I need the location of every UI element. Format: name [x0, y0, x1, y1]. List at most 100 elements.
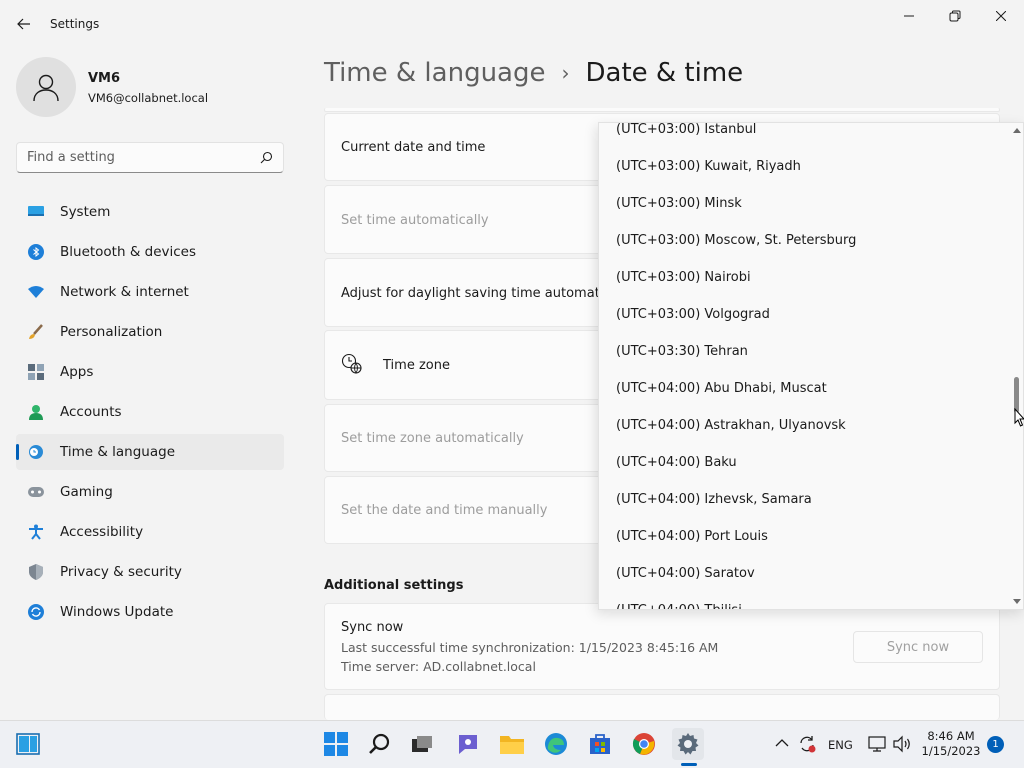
timezone-option[interactable]: (UTC+03:00) Minsk: [599, 185, 1009, 222]
sidebar-item-gaming[interactable]: Gaming: [16, 474, 284, 510]
sidebar-item-time-language[interactable]: Time & language: [16, 434, 284, 470]
clock-date: 1/15/2023: [921, 744, 981, 758]
notification-badge[interactable]: 1: [987, 736, 1004, 753]
time-language-icon: [28, 444, 44, 460]
timezone-option[interactable]: (UTC+04:00) Abu Dhabi, Muscat: [599, 370, 1009, 407]
system-icon: [28, 204, 44, 220]
user-icon: [33, 74, 59, 102]
store-icon: [590, 734, 610, 754]
edge-button[interactable]: [540, 728, 572, 760]
timezone-option[interactable]: (UTC+04:00) Tbilisi: [599, 592, 1009, 609]
timezone-option[interactable]: (UTC+04:00) Baku: [599, 444, 1009, 481]
avatar[interactable]: [16, 57, 76, 117]
brush-icon: [28, 324, 44, 340]
apps-icon: [28, 364, 44, 380]
sidebar-item-label: Gaming: [60, 484, 113, 500]
sidebar-item-label: Apps: [60, 364, 94, 380]
back-arrow-icon: [17, 18, 30, 30]
sidebar-item-privacy[interactable]: Privacy & security: [16, 554, 284, 590]
user-email: VM6@collabnet.local: [88, 91, 209, 105]
sidebar-item-label: Personalization: [60, 324, 163, 340]
time-zone-icon: [341, 353, 363, 379]
sidebar-item-label: Bluetooth & devices: [60, 244, 197, 260]
title-bar: Settings: [0, 0, 1024, 48]
folder-icon: [500, 736, 524, 754]
mouse-cursor-icon: [1014, 408, 1024, 427]
sidebar-item-network[interactable]: Network & internet: [16, 274, 284, 310]
timezone-option[interactable]: (UTC+03:00) Nairobi: [599, 259, 1009, 296]
time-server-text: Time server: AD.collabnet.local: [341, 659, 536, 674]
task-view-windows-icon: [412, 736, 432, 752]
back-button[interactable]: [12, 12, 36, 36]
search-icon: [260, 151, 273, 164]
timezone-option[interactable]: (UTC+04:00) Izhevsk, Samara: [599, 481, 1009, 518]
maximize-button[interactable]: [932, 4, 978, 28]
taskbar-clock[interactable]: 8:46 AM 1/15/2023: [917, 729, 985, 759]
restore-icon: [949, 10, 961, 22]
set-manual-label: Set the date and time manually: [341, 503, 548, 518]
chevron-up-icon[interactable]: [775, 738, 789, 748]
timezone-option[interactable]: (UTC+03:00) Istanbul: [599, 123, 1009, 148]
settings-taskbar-button[interactable]: [672, 728, 704, 760]
sidebar-item-personalization[interactable]: Personalization: [16, 314, 284, 350]
minimize-button[interactable]: [886, 4, 932, 28]
sidebar-nav: System Bluetooth & devices Network & int…: [16, 194, 284, 634]
sidebar-item-accessibility[interactable]: Accessibility: [16, 514, 284, 550]
scroll-up-icon[interactable]: [1013, 127, 1021, 135]
task-view-button[interactable]: [406, 728, 438, 760]
timezone-option[interactable]: (UTC+04:00) Saratov: [599, 555, 1009, 592]
close-button[interactable]: [978, 4, 1024, 28]
set-time-auto-label: Set time automatically: [341, 213, 489, 228]
taskbar-search-button[interactable]: [364, 728, 396, 760]
network-icon[interactable]: [868, 735, 888, 753]
active-app-indicator: [681, 763, 697, 766]
app-title: Settings: [50, 17, 100, 31]
timezone-option[interactable]: (UTC+03:00) Volgograd: [599, 296, 1009, 333]
sidebar-item-apps[interactable]: Apps: [16, 354, 284, 390]
chrome-icon: [632, 733, 655, 755]
last-sync-text: Last successful time synchronization: 1/…: [341, 640, 719, 655]
sidebar-item-label: Accessibility: [60, 524, 144, 540]
sidebar-item-system[interactable]: System: [16, 194, 284, 230]
card-top-edge: [324, 108, 1000, 112]
wifi-icon: [28, 284, 44, 300]
sync-status-icon[interactable]: [797, 734, 817, 754]
sync-title: Sync now: [341, 620, 404, 635]
task-view-icon[interactable]: [12, 728, 44, 760]
scroll-down-icon[interactable]: [1013, 597, 1021, 605]
daylight-saving-label: Adjust for daylight saving time automati…: [341, 286, 619, 301]
chrome-button[interactable]: [628, 728, 660, 760]
timezone-option[interactable]: (UTC+03:00) Kuwait, Riyadh: [599, 148, 1009, 185]
sidebar-item-bluetooth[interactable]: Bluetooth & devices: [16, 234, 284, 270]
minimize-icon: [904, 15, 914, 17]
user-name: VM6: [88, 71, 121, 86]
sync-now-button[interactable]: Sync now: [853, 631, 983, 663]
accounts-icon: [28, 404, 44, 420]
timezone-dropdown[interactable]: (UTC+03:00) Istanbul (UTC+03:00) Kuwait,…: [598, 122, 1024, 610]
start-button[interactable]: [320, 728, 352, 760]
search-box[interactable]: [16, 142, 284, 173]
language-indicator[interactable]: ENG: [828, 738, 853, 752]
file-explorer-button[interactable]: [496, 728, 528, 760]
gaming-icon: [28, 484, 44, 500]
dropdown-scrollbar[interactable]: [1011, 123, 1023, 609]
timezone-option[interactable]: (UTC+04:00) Astrakhan, Ulyanovsk: [599, 407, 1009, 444]
search-input[interactable]: [27, 150, 260, 165]
timezone-option[interactable]: (UTC+04:00) Port Louis: [599, 518, 1009, 555]
timezone-option[interactable]: (UTC+03:00) Moscow, St. Petersburg: [599, 222, 1009, 259]
update-icon: [28, 604, 44, 620]
time-zone-label: Time zone: [383, 358, 450, 373]
set-zone-auto-label: Set time zone automatically: [341, 431, 524, 446]
clock-time: 8:46 AM: [927, 729, 975, 743]
timezone-option[interactable]: (UTC+03:30) Tehran: [599, 333, 1009, 370]
accessibility-icon: [28, 524, 44, 540]
breadcrumb-parent[interactable]: Time & language: [324, 58, 545, 88]
store-button[interactable]: [584, 728, 616, 760]
breadcrumb-separator: ›: [561, 61, 570, 85]
windows-logo-icon: [324, 732, 348, 756]
sidebar-item-windows-update[interactable]: Windows Update: [16, 594, 284, 630]
chat-button[interactable]: [452, 728, 484, 760]
gear-icon: [677, 733, 699, 755]
volume-icon[interactable]: [892, 735, 912, 753]
sidebar-item-accounts[interactable]: Accounts: [16, 394, 284, 430]
